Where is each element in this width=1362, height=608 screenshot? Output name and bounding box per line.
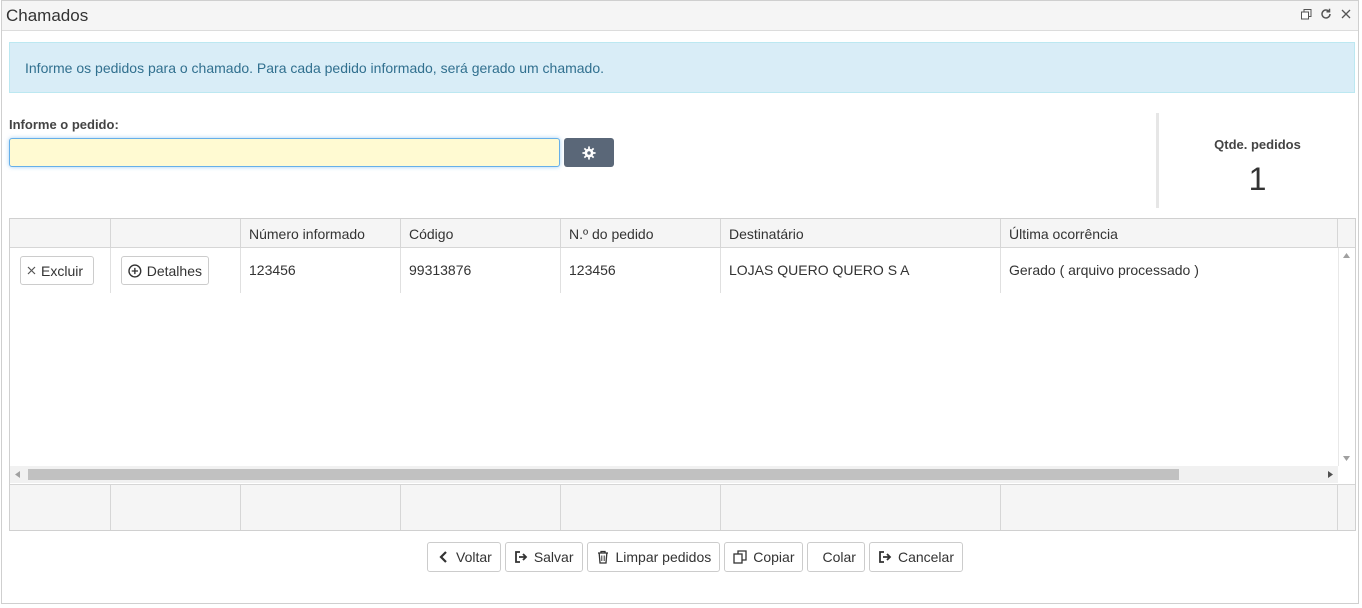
order-input[interactable] [9,138,560,167]
column-header-destinatario[interactable]: Destinatário [721,219,1001,248]
column-header-delete [10,219,111,248]
delete-cell: Excluir [10,248,111,293]
gear-icon [582,145,596,160]
copy-icon [733,550,747,564]
scroll-up-arrow-icon[interactable] [1343,253,1350,258]
cell-destinatario: LOJAS QUERO QUERO S A [721,248,1001,293]
restore-window-icon[interactable] [1300,8,1312,20]
footer-cell [241,485,401,530]
horizontal-scroll-thumb[interactable] [28,469,1179,480]
grid-header: Número informado Código N.º do pedido De… [10,219,1355,248]
column-header-ultima-ocorrencia[interactable]: Última ocorrência [1001,219,1338,248]
clear-orders-button-label: Limpar pedidos [615,549,712,565]
order-count-value: 1 [1248,161,1267,197]
footer-cell [1001,485,1338,530]
save-button[interactable]: Salvar [504,542,583,572]
cell-numero-informado: 123456 [241,248,401,293]
plus-circle-icon [128,263,142,278]
trash-icon [596,550,610,564]
order-count-panel: Qtde. pedidos 1 [1156,113,1356,208]
sign-out-icon [878,550,892,564]
footer-cell [10,485,111,530]
details-button-label: Detalhes [146,262,202,279]
refresh-icon[interactable] [1320,8,1332,20]
table-row[interactable]: Excluir Detalhes 123456 99313876 123456 … [10,248,1338,293]
footer-cell [111,485,241,530]
vertical-scrollbar[interactable] [1338,248,1355,466]
cell-codigo: 99313876 [401,248,561,293]
column-header-details [111,219,241,248]
column-header-numero-pedido[interactable]: N.º do pedido [561,219,721,248]
delete-button-label: Excluir [41,262,84,279]
grid-footer [10,484,1355,530]
cancel-button-label: Cancelar [897,549,954,565]
chevron-left-icon [436,550,450,564]
clear-orders-button[interactable]: Limpar pedidos [586,542,721,572]
back-button[interactable]: Voltar [427,542,501,572]
close-icon [27,266,36,275]
close-icon[interactable] [1340,8,1352,20]
back-button-label: Voltar [456,549,492,565]
copy-button[interactable]: Copiar [724,542,804,572]
window-title: Chamados [6,6,89,25]
save-button-label: Salvar [533,549,574,565]
chamados-window: Chamados Informe os pedidos para o chama… [1,0,1359,604]
cell-ultima-ocorrencia: Gerado ( arquivo processado ) [1009,262,1199,278]
paste-button-label: Colar [822,549,856,565]
paste-button[interactable]: Colar [807,542,865,572]
details-cell: Detalhes [111,248,241,293]
scroll-left-arrow-icon[interactable] [15,471,20,478]
footer-cell [561,485,721,530]
info-alert: Informe os pedidos para o chamado. Para … [9,42,1355,93]
details-button[interactable]: Detalhes [121,256,209,285]
footer-cell [401,485,561,530]
title-bar: Chamados [2,1,1358,31]
window-controls [1300,8,1352,20]
order-count-label: Qtde. pedidos [1214,137,1301,152]
cancel-button[interactable]: Cancelar [868,542,963,572]
orders-grid: Número informado Código N.º do pedido De… [9,218,1356,531]
column-header-numero-informado[interactable]: Número informado [241,219,401,248]
scroll-down-arrow-icon[interactable] [1343,456,1350,461]
scroll-right-arrow-icon[interactable] [1328,471,1333,478]
action-bar: Voltar Salvar Limpar pedidos Copiar Cola… [427,542,963,572]
order-field-label: Informe o pedido: [9,117,119,132]
cell-numero-pedido: 123456 [561,248,721,293]
column-header-codigo[interactable]: Código [401,219,561,248]
sign-out-icon [514,550,528,564]
horizontal-scrollbar[interactable] [10,466,1338,483]
copy-button-label: Copiar [753,549,795,565]
footer-cell [721,485,1001,530]
delete-button[interactable]: Excluir [20,256,94,285]
settings-button[interactable] [564,138,614,167]
